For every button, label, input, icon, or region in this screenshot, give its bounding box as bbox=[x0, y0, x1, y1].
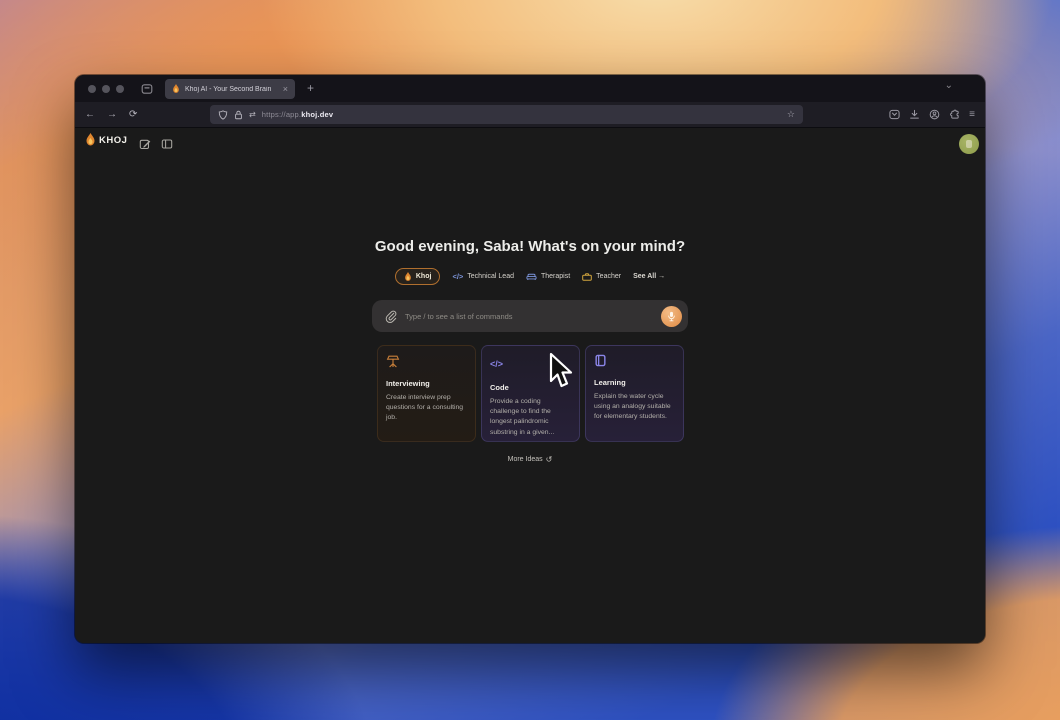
url-bar[interactable]: ⇄ https://app.khoj.dev ☆ bbox=[210, 105, 803, 124]
tab-list-chevron-down-icon[interactable]: ⌄ bbox=[945, 80, 953, 91]
agent-pill-khoj[interactable]: Khoj bbox=[394, 268, 441, 285]
book-icon bbox=[594, 354, 675, 367]
khoj-app-content: KHOJ Good evening, Saba! What's on your … bbox=[75, 128, 985, 643]
see-all-agents-link[interactable]: See All → bbox=[633, 273, 665, 280]
browser-tab-bar: Khoj AI - Your Second Brain × + ⌄ bbox=[75, 75, 985, 102]
tab-title: Khoj AI - Your Second Brain bbox=[185, 85, 272, 93]
suggestion-card-interviewing[interactable]: Interviewing Create interview prep quest… bbox=[377, 345, 476, 442]
agent-pill-teacher[interactable]: Teacher bbox=[582, 272, 622, 281]
desktop-wallpaper: Khoj AI - Your Second Brain × + ⌄ ← → ⟳ … bbox=[0, 0, 1060, 720]
greeting-heading: Good evening, Saba! What's on your mind? bbox=[374, 238, 686, 255]
attach-paperclip-icon[interactable] bbox=[384, 310, 397, 323]
agent-pill-label: Technical Lead bbox=[467, 273, 514, 280]
khoj-brand-link[interactable]: KHOJ bbox=[85, 133, 127, 147]
agent-pill-label: Therapist bbox=[540, 273, 571, 280]
agent-pill-technical-lead[interactable]: </> Technical Lead bbox=[452, 272, 514, 281]
voice-mic-button[interactable] bbox=[661, 305, 682, 327]
url-prefix: https://app. bbox=[261, 110, 302, 119]
chat-input-bar[interactable] bbox=[372, 300, 688, 332]
couch-icon bbox=[526, 273, 537, 281]
briefcase-icon bbox=[582, 272, 592, 281]
url-text: https://app.khoj.dev bbox=[262, 110, 334, 119]
more-ideas-label: More Ideas bbox=[507, 456, 543, 463]
lectern-icon bbox=[386, 354, 467, 368]
browser-tab-khoj[interactable]: Khoj AI - Your Second Brain × bbox=[165, 79, 295, 99]
tab-favicon-khoj-flame-icon bbox=[172, 84, 180, 94]
agent-pills-row: Khoj </> Technical Lead Therapist Teache… bbox=[75, 268, 985, 285]
mouse-cursor-arrow bbox=[547, 352, 575, 390]
extensions-puzzle-icon[interactable] bbox=[949, 109, 960, 120]
khoj-flame-icon bbox=[85, 133, 96, 147]
https-only-arrows-icon[interactable]: ⇄ bbox=[249, 110, 256, 119]
agent-pill-label: Teacher bbox=[596, 273, 622, 280]
window-zoom-button[interactable] bbox=[116, 85, 124, 93]
https-lock-icon[interactable] bbox=[234, 110, 243, 120]
sidebar-toggle-icon[interactable] bbox=[161, 138, 173, 150]
pocket-icon[interactable] bbox=[889, 109, 900, 120]
window-minimize-button[interactable] bbox=[102, 85, 110, 93]
back-button[interactable]: ← bbox=[85, 109, 95, 120]
bookmark-star-icon[interactable]: ☆ bbox=[787, 109, 795, 120]
agent-pill-label: Khoj bbox=[415, 273, 432, 280]
forward-button[interactable]: → bbox=[107, 109, 117, 120]
code-icon: </> bbox=[490, 359, 504, 369]
new-chat-compose-icon[interactable] bbox=[139, 138, 151, 150]
card-description: Create interview prep questions for a co… bbox=[386, 394, 464, 422]
card-description: Provide a coding challenge to find the l… bbox=[490, 398, 555, 436]
tracking-protection-shield-icon[interactable] bbox=[218, 109, 228, 120]
suggestion-cards-row: Interviewing Create interview prep quest… bbox=[377, 345, 684, 442]
downloads-icon[interactable] bbox=[909, 109, 920, 120]
khoj-flame-icon bbox=[404, 271, 412, 282]
card-category: Interviewing bbox=[386, 379, 430, 388]
more-ideas-link[interactable]: More Ideas ↺ bbox=[75, 455, 985, 464]
tab-close-icon[interactable]: × bbox=[283, 84, 288, 94]
user-avatar[interactable] bbox=[959, 134, 979, 154]
new-tab-button[interactable]: + bbox=[307, 79, 314, 97]
window-close-button[interactable] bbox=[88, 85, 96, 93]
agent-pill-therapist[interactable]: Therapist bbox=[526, 273, 570, 281]
suggestion-card-learning[interactable]: Learning Explain the water cycle using a… bbox=[585, 345, 684, 442]
url-domain: khoj.dev bbox=[301, 110, 334, 119]
firefox-view-icon[interactable] bbox=[141, 83, 153, 95]
reload-button[interactable]: ⟳ bbox=[129, 109, 137, 120]
refresh-rotate-icon: ↺ bbox=[545, 455, 553, 464]
card-description: Explain the water cycle using an analogy… bbox=[594, 393, 671, 421]
chat-message-input[interactable] bbox=[405, 311, 653, 321]
app-header: KHOJ bbox=[85, 133, 979, 155]
browser-nav-toolbar: ← → ⟳ ⇄ https://app.khoj.dev ☆ ≡ bbox=[75, 102, 985, 128]
code-icon: </> bbox=[452, 272, 464, 281]
hamburger-menu-icon[interactable]: ≡ bbox=[969, 109, 975, 120]
card-category: Learning bbox=[594, 378, 626, 387]
brand-name: KHOJ bbox=[99, 134, 128, 146]
browser-window: Khoj AI - Your Second Brain × + ⌄ ← → ⟳ … bbox=[75, 75, 985, 643]
account-icon[interactable] bbox=[929, 109, 940, 120]
